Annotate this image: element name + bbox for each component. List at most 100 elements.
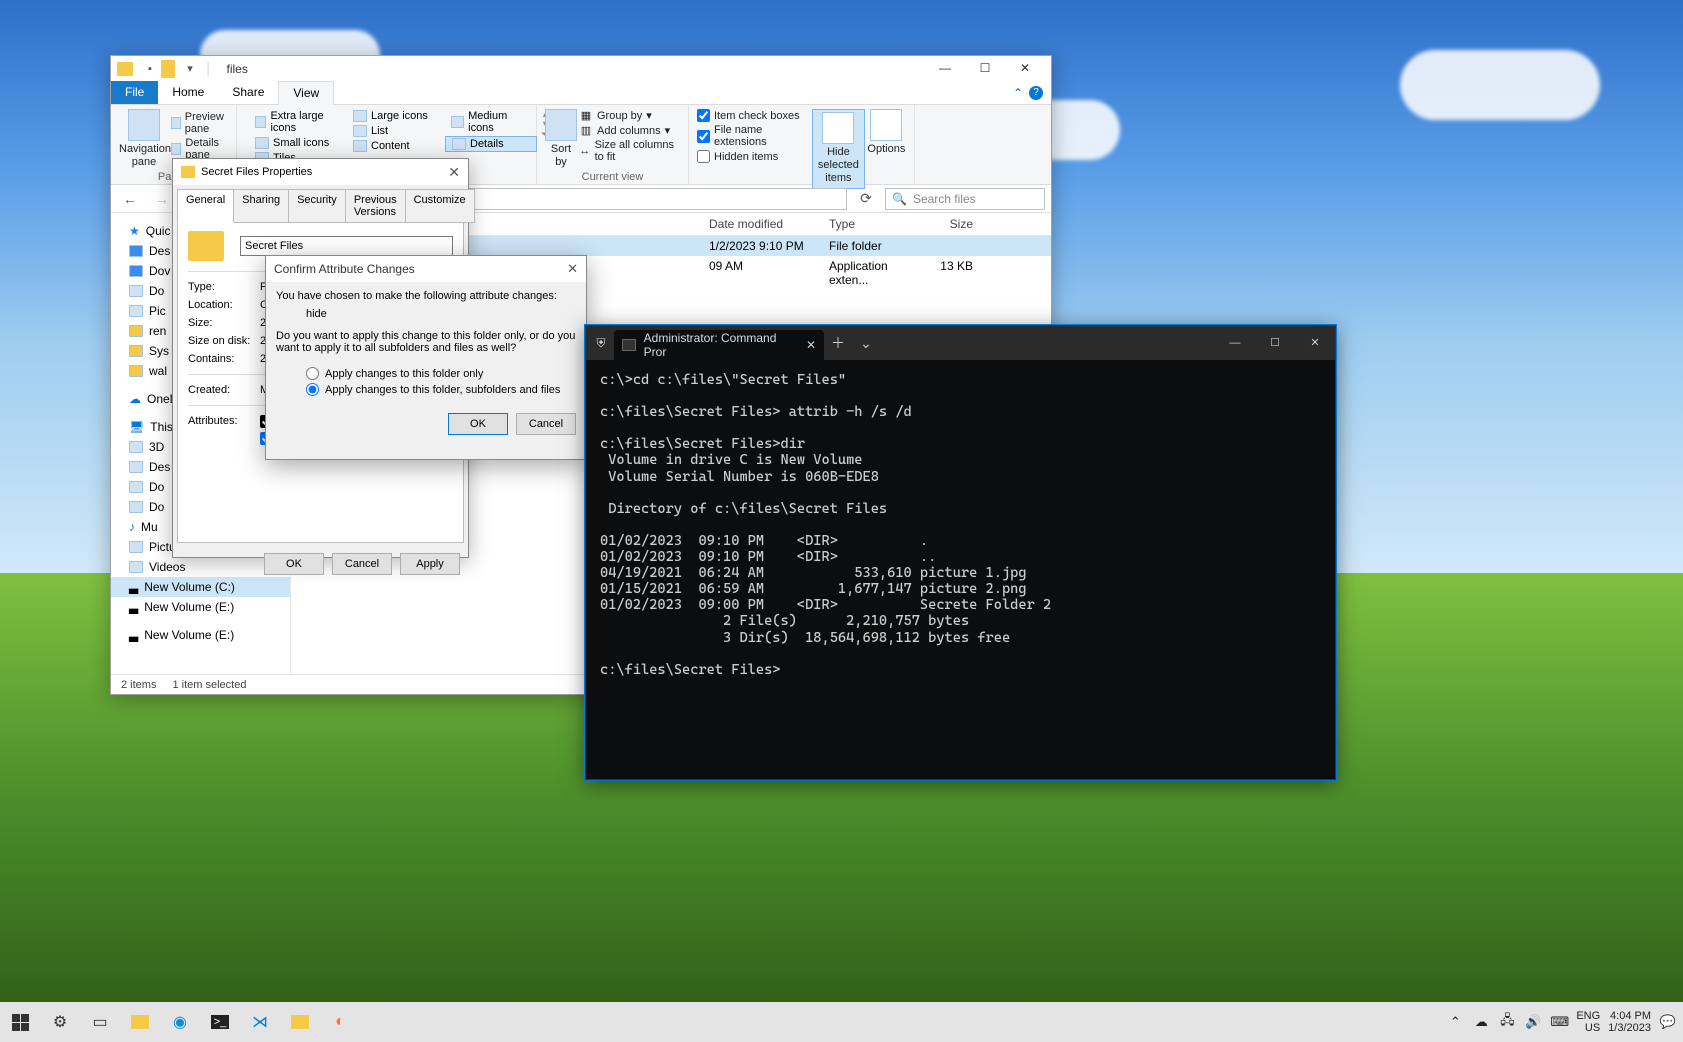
ribbon-collapse-icon[interactable]: ⌃: [1013, 86, 1023, 100]
tray-onedrive-icon[interactable]: ☁: [1472, 1014, 1490, 1030]
new-tab-button[interactable]: ＋: [824, 333, 852, 353]
ok-button[interactable]: OK: [264, 553, 324, 575]
confirm-attr: hide: [306, 308, 576, 320]
confirm-attribute-dialog: Confirm Attribute Changes ✕ You have cho…: [265, 255, 587, 460]
clock[interactable]: 4:04 PM1/3/2023: [1608, 1010, 1651, 1034]
layout-content[interactable]: Content: [347, 139, 439, 153]
tab-view[interactable]: View: [278, 81, 334, 105]
maximize-button[interactable]: ☐: [965, 56, 1005, 81]
preview-pane-button[interactable]: Preview pane: [171, 111, 228, 135]
confirm-msg1: You have chosen to make the following at…: [276, 290, 576, 302]
tab-sharing[interactable]: Sharing: [233, 189, 289, 223]
language-indicator[interactable]: ENGUS: [1576, 1010, 1600, 1034]
layout-medium[interactable]: Medium icons: [445, 109, 537, 135]
item-check-boxes-checkbox[interactable]: Item check boxes: [697, 109, 810, 122]
add-columns-button[interactable]: ▥Add columns ▾: [579, 124, 680, 137]
hide-selected-items-button[interactable]: Hide selected items: [812, 109, 865, 189]
drive-icon: ▃: [129, 580, 138, 594]
folder-icon: [131, 1015, 149, 1029]
size-columns-button[interactable]: ↔Size all columns to fit: [579, 139, 680, 163]
search-icon: 🔍: [892, 192, 907, 206]
tray-overflow-icon[interactable]: ⌃: [1446, 1014, 1464, 1030]
layout-large[interactable]: Large icons: [347, 109, 439, 123]
taskbar-explorer[interactable]: [120, 1002, 160, 1042]
radio-subfolders[interactable]: Apply changes to this folder, subfolders…: [306, 383, 576, 396]
taskbar-edge[interactable]: ◉: [160, 1002, 200, 1042]
file-extensions-checkbox[interactable]: File name extensions: [697, 124, 810, 148]
hidden-items-checkbox[interactable]: Hidden items: [697, 150, 810, 163]
close-button[interactable]: ✕: [1295, 326, 1335, 360]
tab-security[interactable]: Security: [288, 189, 346, 223]
firefox-icon: ◐: [335, 1013, 345, 1031]
close-icon[interactable]: ✕: [448, 164, 460, 181]
notifications-icon[interactable]: 💬: [1659, 1014, 1677, 1030]
tab-dropdown-icon[interactable]: ⌄: [852, 335, 880, 352]
sort-by-button[interactable]: Sort by: [545, 109, 577, 169]
minimize-button[interactable]: ―: [925, 56, 965, 81]
taskbar-app[interactable]: [280, 1002, 320, 1042]
drive-icon: ▃: [129, 600, 138, 614]
maximize-button[interactable]: ☐: [1255, 326, 1295, 360]
navigation-pane-button[interactable]: Navigation pane: [119, 109, 169, 169]
tray-volume-icon[interactable]: 🔊: [1524, 1014, 1542, 1030]
windows-icon: [12, 1014, 29, 1031]
layout-extra-large[interactable]: Extra large icons: [249, 109, 341, 135]
back-button[interactable]: ←: [117, 188, 143, 210]
col-date[interactable]: Date modified: [701, 213, 821, 235]
explorer-titlebar[interactable]: ▪ ▾ │ files ― ☐ ✕: [111, 56, 1051, 81]
layout-list[interactable]: List: [347, 124, 439, 138]
col-type[interactable]: Type: [821, 213, 921, 235]
terminal-titlebar[interactable]: ⛨ Administrator: Command Pror ✕ ＋ ⌄ ― ☐ …: [586, 326, 1335, 360]
taskbar-vscode[interactable]: ⋊: [240, 1002, 280, 1042]
taskbar-settings[interactable]: ⚙: [40, 1002, 80, 1042]
pc-icon: 🖥: [129, 420, 144, 434]
music-icon: ♪: [129, 520, 135, 534]
taskbar-terminal[interactable]: >_: [200, 1002, 240, 1042]
refresh-button[interactable]: ⟳: [853, 188, 879, 210]
folder-name-input[interactable]: [240, 236, 453, 256]
tab-previous-versions[interactable]: Previous Versions: [345, 189, 406, 223]
navigation-pane-icon: [128, 109, 160, 141]
cmd-icon: [622, 339, 636, 351]
close-button[interactable]: ✕: [1005, 56, 1045, 81]
qat-item[interactable]: ▪: [141, 60, 159, 78]
taskbar: ⚙ ▭ ◉ >_ ⋊ ◐ ⌃ ☁ 🖧 🔊 ⌨ ENGUS 4:04 PM1/3/…: [0, 1002, 1683, 1042]
properties-titlebar[interactable]: Secret Files Properties ✕: [173, 159, 468, 185]
status-items: 2 items: [121, 679, 156, 691]
radio-folder-only[interactable]: Apply changes to this folder only: [306, 367, 576, 380]
minimize-button[interactable]: ―: [1215, 326, 1255, 360]
ok-button[interactable]: OK: [448, 413, 508, 435]
tab-share[interactable]: Share: [218, 81, 278, 104]
tab-file[interactable]: File: [111, 81, 158, 104]
terminal-icon: >_: [211, 1015, 230, 1029]
folder-icon: [117, 62, 133, 76]
layout-details[interactable]: Details: [445, 136, 537, 152]
terminal-output[interactable]: c:\>cd c:\files\"Secret Files" c:\files\…: [586, 360, 1335, 690]
cancel-button[interactable]: Cancel: [516, 413, 576, 435]
window-title: files: [227, 62, 248, 76]
col-size[interactable]: Size: [921, 213, 981, 235]
close-icon[interactable]: ✕: [567, 261, 578, 277]
qat-dropdown-icon[interactable]: ▾: [181, 60, 199, 78]
confirm-titlebar[interactable]: Confirm Attribute Changes ✕: [266, 256, 586, 282]
cancel-button[interactable]: Cancel: [332, 553, 392, 575]
sort-icon: [545, 109, 577, 141]
taskbar-task-view[interactable]: ▭: [80, 1002, 120, 1042]
tray-keyboard-icon[interactable]: ⌨: [1550, 1014, 1568, 1030]
tab-home[interactable]: Home: [158, 81, 218, 104]
terminal-tab[interactable]: Administrator: Command Pror ✕: [614, 330, 824, 360]
tab-close-icon[interactable]: ✕: [806, 338, 816, 352]
tab-customize[interactable]: Customize: [405, 189, 475, 223]
options-button[interactable]: Options: [867, 109, 906, 156]
start-button[interactable]: [0, 1002, 40, 1042]
layout-small[interactable]: Small icons: [249, 136, 341, 150]
tray-network-icon[interactable]: 🖧: [1498, 1011, 1516, 1033]
apply-button[interactable]: Apply: [400, 553, 460, 575]
help-icon[interactable]: ?: [1029, 86, 1043, 100]
taskbar-firefox[interactable]: ◐: [320, 1002, 360, 1042]
tab-general[interactable]: General: [177, 189, 234, 223]
folder-icon: [291, 1015, 309, 1029]
qat-folder-icon[interactable]: [161, 60, 179, 78]
group-by-button[interactable]: ▦Group by ▾: [579, 109, 680, 122]
search-input[interactable]: 🔍 Search files: [885, 188, 1045, 210]
